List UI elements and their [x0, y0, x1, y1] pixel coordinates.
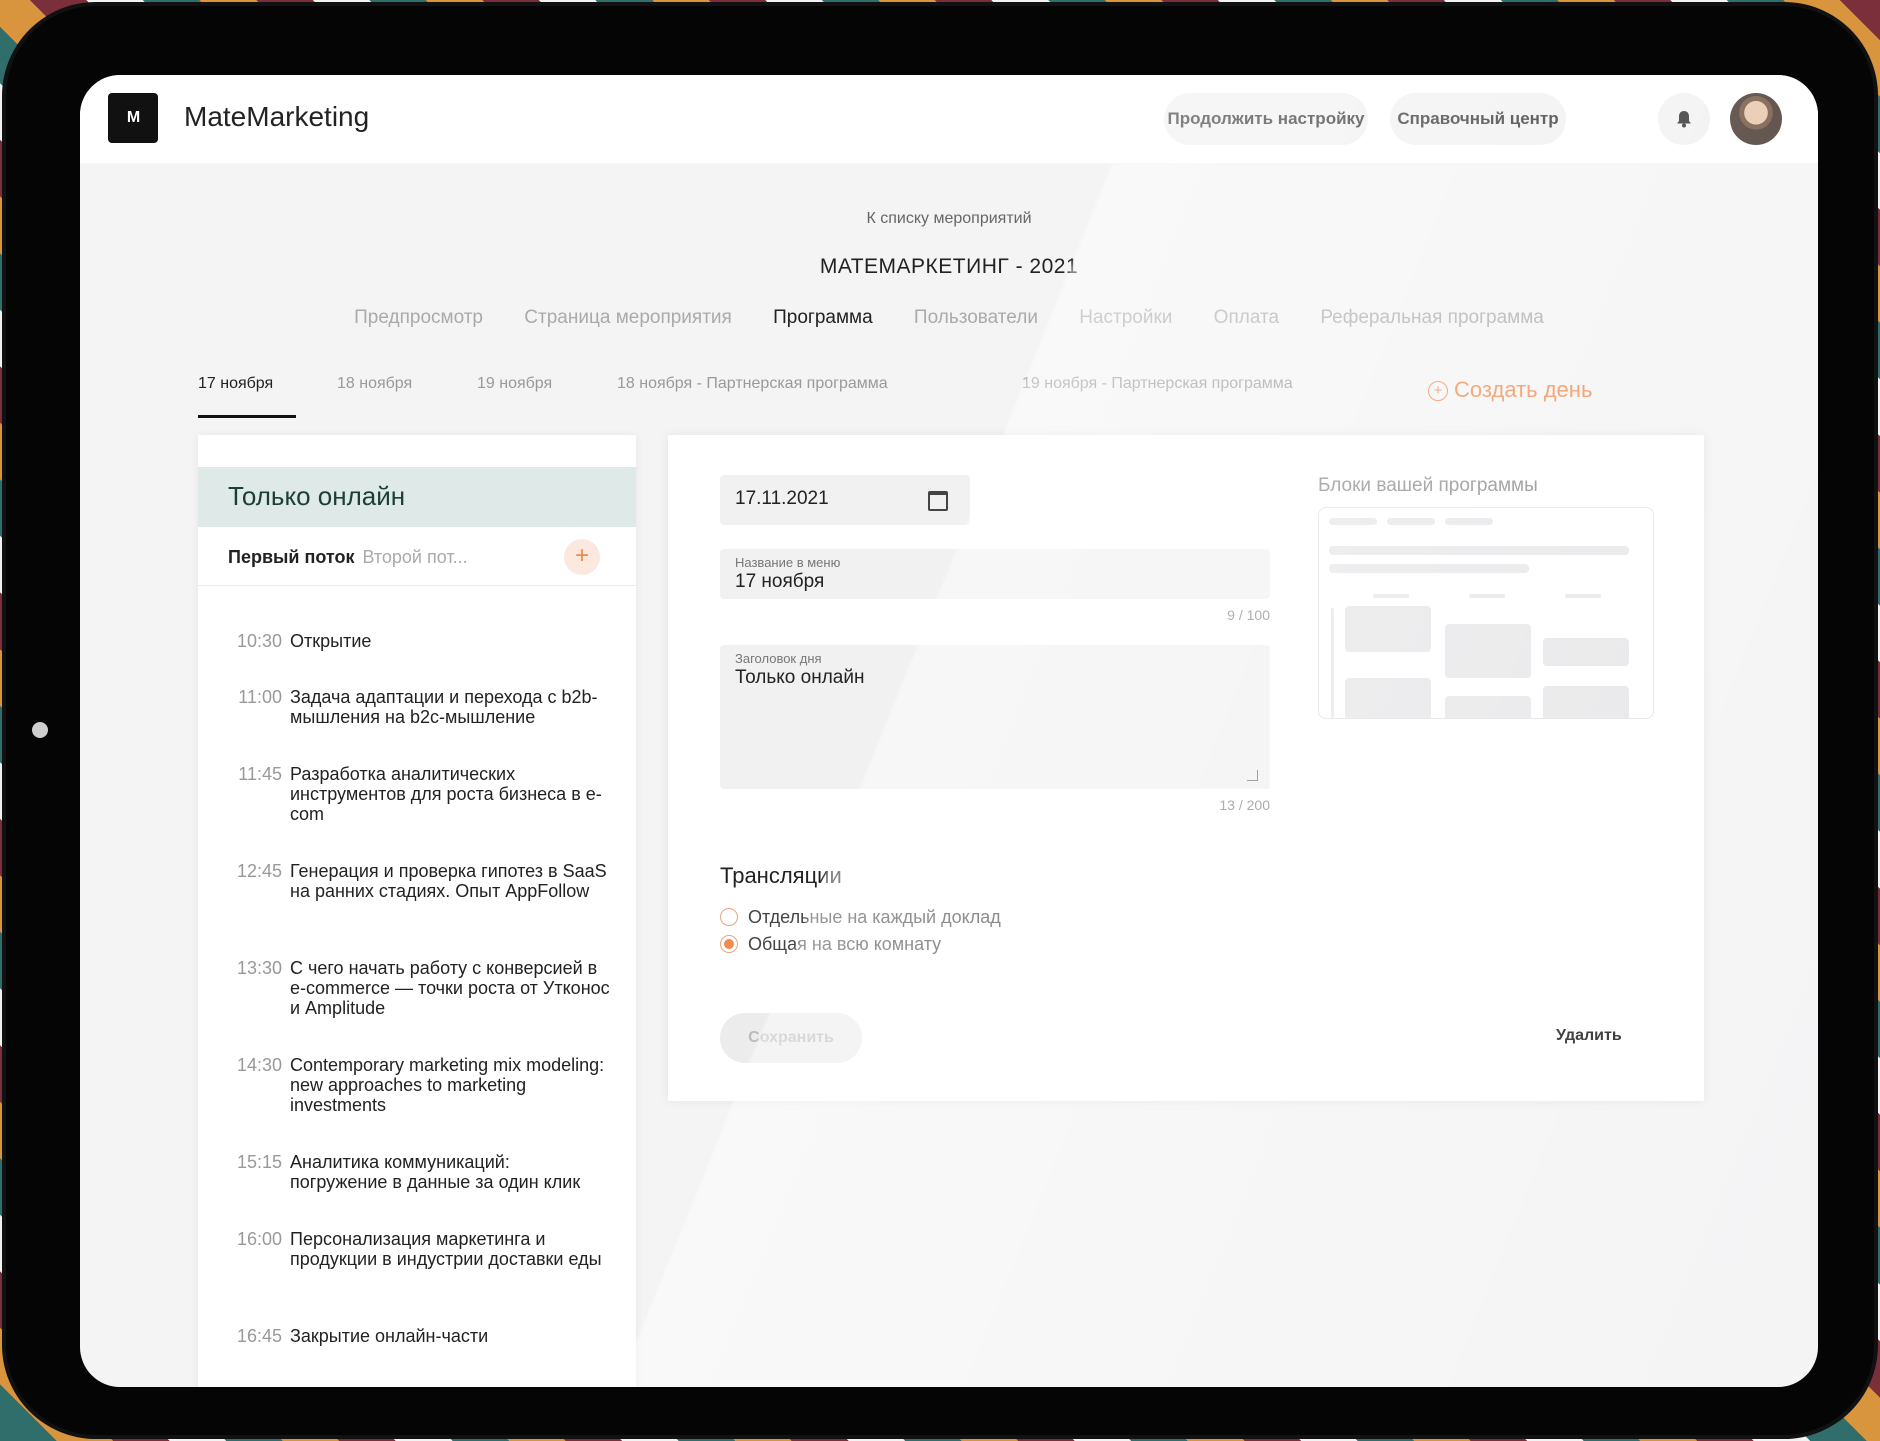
menu-name-counter: 9 / 100 [1227, 607, 1270, 623]
room-header[interactable]: Только онлайн [198, 467, 636, 527]
preview-bar [1469, 594, 1505, 598]
session-time: 10:30 [236, 631, 282, 651]
session-title: Разработка аналитических инструментов дл… [290, 764, 602, 824]
session-title: Задача адаптации и перехода с b2b-мышлен… [290, 687, 598, 727]
room-title: Только онлайн [228, 481, 406, 511]
nav-settings[interactable]: Настройки [1079, 307, 1172, 328]
create-day-button[interactable]: + Создать день [1428, 377, 1592, 403]
brand-name: MateMarketing [184, 101, 370, 132]
radio-icon [720, 908, 738, 926]
event-nav: Предпросмотр Страница мероприятия Програ… [80, 307, 1818, 329]
stream-tab-second[interactable]: Второй пот... [362, 547, 467, 567]
day-title-label: Заголовок дня [735, 651, 822, 666]
event-title: МАТЕМАРКЕТИНГ - 2021 [819, 255, 1079, 278]
session-title: Закрытие онлайн-части [290, 1326, 489, 1346]
radio-separate-per-talk[interactable]: Отдельные на каждый доклад [720, 907, 1001, 928]
session-time: 13:30 [236, 958, 282, 978]
nav-users[interactable]: Пользователи [914, 307, 1038, 328]
nav-program[interactable]: Программа [773, 307, 873, 328]
day-tab-19-nov[interactable]: 19 ноября [477, 375, 552, 393]
preview-bar [1329, 518, 1377, 525]
save-button[interactable]: Сохранить [720, 1013, 862, 1063]
preview-timeline [1331, 608, 1334, 718]
delete-button[interactable]: Удалить [1556, 1027, 1622, 1045]
nav-preview[interactable]: Предпросмотр [354, 307, 483, 328]
program-blocks-preview[interactable] [1318, 507, 1654, 719]
menu-name-value: 17 ноября [735, 571, 825, 592]
broadcasts-title: Трансляции [720, 863, 842, 888]
stream-tab-first[interactable]: Первый поток [228, 547, 354, 567]
bell-icon[interactable] [1658, 93, 1710, 145]
logo-icon[interactable]: M [108, 93, 158, 143]
app-screen: M MateMarketing Продолжить настройку Спр… [80, 75, 1818, 1387]
preview-block [1445, 696, 1531, 718]
radio-common-for-room[interactable]: Общая на всю комнату [720, 934, 941, 955]
divider [198, 585, 636, 586]
day-title-field[interactable]: Заголовок дня Только онлайн [720, 645, 1270, 789]
program-blocks-title: Блоки вашей программы [1318, 475, 1538, 496]
preview-block [1543, 638, 1629, 666]
room-panel: Только онлайн Первый поток Второй пот... … [198, 435, 636, 1387]
preview-block [1345, 678, 1431, 718]
logo-text: M [126, 109, 140, 126]
date-field[interactable]: 17.11.2021 [720, 475, 970, 525]
top-bar: M MateMarketing Продолжить настройку Спр… [80, 75, 1818, 163]
tablet-frame: M MateMarketing Продолжить настройку Спр… [6, 6, 1874, 1435]
session-title: С чего начать работу с конверсией в e-co… [290, 958, 610, 1018]
date-value: 17.11.2021 [735, 488, 829, 509]
session-time: 16:00 [236, 1229, 282, 1249]
preview-bar [1373, 594, 1409, 598]
radio-label: Общая на всю комнату [748, 934, 942, 954]
continue-setup-button[interactable]: Продолжить настройку [1164, 93, 1368, 145]
day-tab-18-nov[interactable]: 18 ноября [337, 375, 412, 393]
session-time: 15:15 [236, 1152, 282, 1172]
bell-icon-svg [1677, 111, 1691, 128]
radio-checked-icon [720, 935, 738, 953]
add-stream-button[interactable]: + [564, 539, 600, 575]
help-center-button[interactable]: Справочный центр [1390, 93, 1566, 145]
nav-event-page[interactable]: Страница мероприятия [524, 307, 732, 328]
user-avatar[interactable] [1730, 93, 1782, 145]
session-time: 12:45 [236, 861, 282, 881]
preview-bar [1387, 518, 1435, 525]
calendar-icon[interactable] [928, 491, 948, 511]
day-tab-19-nov-partner[interactable]: 19 ноября - Партнерская программа [1022, 375, 1293, 393]
preview-bar [1329, 546, 1629, 555]
camera-dot [32, 722, 48, 738]
preview-block [1445, 624, 1531, 678]
active-tab-underline [198, 415, 296, 418]
preview-bar [1565, 594, 1601, 598]
session-time: 16:45 [236, 1326, 282, 1346]
day-tab-18-nov-partner[interactable]: 18 ноября - Партнерская программа [617, 375, 888, 393]
radio-label: Отдельные на каждый доклад [748, 907, 1001, 927]
preview-block [1345, 606, 1431, 652]
preview-block [1543, 686, 1629, 718]
session-title: Открытие [290, 631, 372, 651]
plus-circle-icon: + [1428, 381, 1448, 401]
session-time: 11:45 [238, 764, 282, 784]
day-settings-panel: 17.11.2021 Название в меню 17 ноября 9 /… [668, 435, 1704, 1101]
session-time: 11:00 [238, 687, 282, 707]
preview-bar [1329, 564, 1529, 573]
day-tab-17-nov[interactable]: 17 ноября [198, 375, 273, 393]
menu-name-field[interactable]: Название в меню 17 ноября [720, 549, 1270, 599]
nav-referral[interactable]: Реферальная программа [1320, 307, 1544, 328]
session-title: Аналитика коммуникаций: погружение в дан… [290, 1152, 581, 1192]
create-day-label: Создать день [1454, 377, 1593, 402]
menu-name-label: Название в меню [735, 555, 841, 570]
session-time: 14:30 [236, 1055, 282, 1075]
session-title: Contemporary marketing mix modeling: new… [290, 1055, 605, 1115]
day-title-counter: 13 / 200 [1219, 797, 1270, 813]
day-title-value: Только онлайн [735, 667, 865, 688]
preview-bar [1445, 518, 1493, 525]
session-title: Персонализация маркетинга и продукции в … [290, 1229, 602, 1269]
nav-payment[interactable]: Оплата [1214, 307, 1279, 328]
stream-tabs: Первый поток Второй пот... [228, 547, 468, 568]
resize-handle-icon[interactable] [1247, 770, 1258, 781]
back-to-events-link[interactable]: К списку мероприятий [80, 210, 1818, 228]
session-title: Генерация и проверка гипотез в SaaS на р… [290, 861, 607, 901]
